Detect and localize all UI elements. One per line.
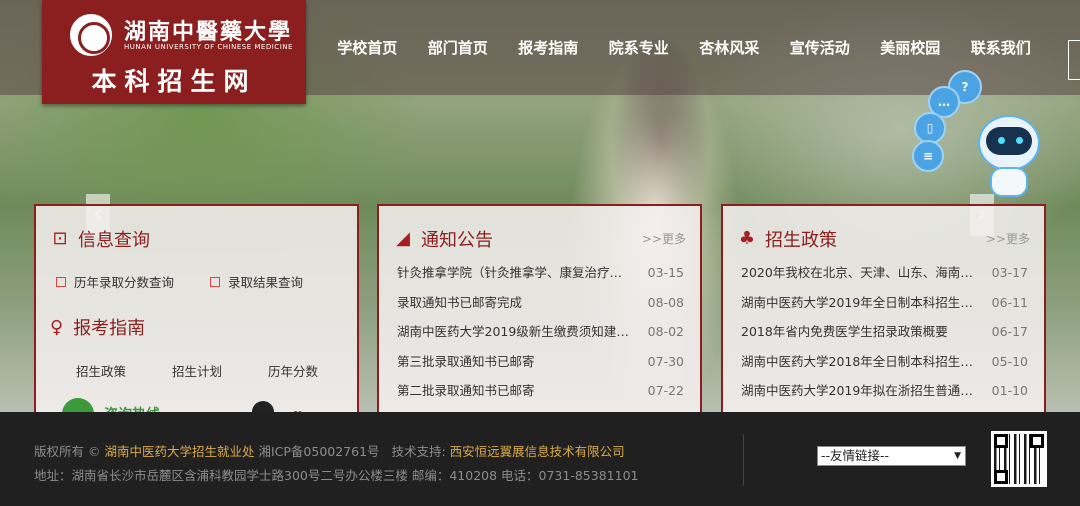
- guide-policy-link[interactable]: 招生政策: [76, 361, 126, 380]
- footer-copyright: 版权所有 © 湖南中医药大学招生就业处 湘ICP备05002761号 技术支持:…: [34, 444, 625, 459]
- site-logo[interactable]: 湖南中醫藥大學 HUNAN UNIVERSITY OF CHINESE MEDI…: [42, 0, 306, 104]
- phone-icon: [62, 398, 94, 412]
- policy-list: 2020年我校在北京、天津、山东、海南四... 03-17 湖南中医药大学2019…: [741, 258, 1028, 406]
- policy-more-link[interactable]: >>更多: [986, 230, 1030, 247]
- list-item[interactable]: 湖南中医药大学2019年全日制本科招生章... 06-11: [741, 288, 1028, 318]
- guide-icon: ♀: [50, 316, 64, 338]
- nav-contact[interactable]: 联系我们: [956, 37, 1047, 58]
- guide-title: ♀ 报考指南: [50, 316, 146, 340]
- nav-activities[interactable]: 宣传活动: [775, 37, 866, 58]
- guide-links: 招生政策 招生计划 历年分数: [76, 361, 318, 380]
- notice-more-link[interactable]: >>更多: [642, 230, 686, 247]
- nav-guide[interactable]: 报考指南: [503, 37, 594, 58]
- policy-title: ♣ 招生政策: [738, 228, 837, 252]
- notice-panel: ◢ 通知公告 >>更多 针灸推拿学院（针灸推拿学、康复治疗学... 03-15 录…: [377, 204, 702, 412]
- university-seal-icon: [70, 14, 112, 56]
- nav-style[interactable]: 杏林风采: [684, 37, 775, 58]
- chevron-down-icon: ▼: [954, 451, 961, 461]
- list-item[interactable]: 录取通知书已邮寄完成 08-08: [397, 288, 684, 318]
- logo-chinese-name: 湖南中醫藥大學: [124, 19, 293, 45]
- info-query-title: ⊡ 信息查询: [50, 226, 150, 252]
- list-item[interactable]: 2020年我校在北京、天津、山东、海南四... 03-17: [741, 258, 1028, 288]
- external-link-icon: [56, 276, 66, 287]
- people-icon: ♣: [738, 228, 756, 249]
- notice-title: ◢ 通知公告: [393, 226, 493, 252]
- list-item[interactable]: 2018年省内免费医学生招录政策概要 06-17: [741, 317, 1028, 347]
- query-links: 历年录取分数查询 录取结果查询: [56, 272, 303, 291]
- site-footer: 版权所有 © 湖南中医药大学招生就业处 湘ICP备05002761号 技术支持:…: [0, 412, 1080, 506]
- list-item[interactable]: 第三批录取通知书已邮寄 07-30: [397, 347, 684, 377]
- list-item[interactable]: 湖南中医药大学2019年拟在浙招生普通高... 01-10: [741, 376, 1028, 406]
- external-link-icon: [210, 276, 221, 287]
- hero-banner: 湖南中醫藥大學 HUNAN UNIVERSITY OF CHINESE MEDI…: [0, 0, 1080, 412]
- admission-result-link[interactable]: 录取结果查询: [210, 272, 303, 291]
- search-doc-icon: ⊡: [52, 228, 68, 249]
- robot-assistant-icon[interactable]: [972, 115, 1046, 199]
- footer-divider: [743, 434, 744, 486]
- list-item[interactable]: 湖南中医药大学2019级新生缴费须知建设... 08-02: [397, 317, 684, 347]
- score-history-link[interactable]: 历年录取分数查询: [56, 272, 174, 291]
- policy-panel: ♣ 招生政策 >>更多 2020年我校在北京、天津、山东、海南四... 03-17…: [721, 204, 1046, 412]
- logo-english-name: HUNAN UNIVERSITY OF CHINESE MEDICINE: [124, 43, 293, 51]
- side-toggle-button[interactable]: [1068, 40, 1080, 80]
- qr-code-icon: [991, 431, 1047, 487]
- friend-links-select[interactable]: --友情链接-- ▼: [817, 446, 966, 466]
- list-item[interactable]: 针灸推拿学院（针灸推拿学、康复治疗学... 03-15: [397, 258, 684, 288]
- nav-department[interactable]: 部门首页: [413, 37, 504, 58]
- footer-owner-link[interactable]: 湖南中医药大学招生就业处: [104, 444, 254, 459]
- logo-subtitle: 本科招生网: [91, 67, 257, 96]
- info-query-panel: ⊡ 信息查询 历年录取分数查询 录取结果查询 ♀ 报考指南 招生政策 招生计划 …: [34, 204, 359, 412]
- nav-campus[interactable]: 美丽校园: [865, 37, 956, 58]
- message-bubble-icon[interactable]: ≡: [912, 140, 944, 172]
- qq-icon[interactable]: [252, 401, 274, 412]
- list-item[interactable]: 第二批录取通知书已邮寄 07-22: [397, 376, 684, 406]
- footer-address: 地址：湖南省长沙市岳麓区含浦科教园学士路300号二号办公楼三楼 邮编：41020…: [34, 468, 639, 483]
- guide-scores-link[interactable]: 历年分数: [268, 361, 318, 380]
- footer-icp: 湘ICP备05002761号: [258, 444, 380, 459]
- notice-list: 针灸推拿学院（针灸推拿学、康复治疗学... 03-15 录取通知书已邮寄完成 08-…: [397, 258, 684, 406]
- hotline[interactable]: 咨询热线: [62, 398, 160, 412]
- main-nav: 学校首页 部门首页 报考指南 院系专业 杏林风采 宣传活动 美丽校园 联系我们: [322, 37, 1046, 58]
- guide-plan-link[interactable]: 招生计划: [172, 361, 222, 380]
- list-item[interactable]: 湖南中医药大学2018年全日制本科招生章... 05-10: [741, 347, 1028, 377]
- nav-home[interactable]: 学校首页: [322, 37, 413, 58]
- megaphone-icon: ◢: [396, 228, 410, 249]
- nav-majors[interactable]: 院系专业: [594, 37, 685, 58]
- footer-support-link[interactable]: 西安恒远翼展信息技术有限公司: [450, 444, 625, 459]
